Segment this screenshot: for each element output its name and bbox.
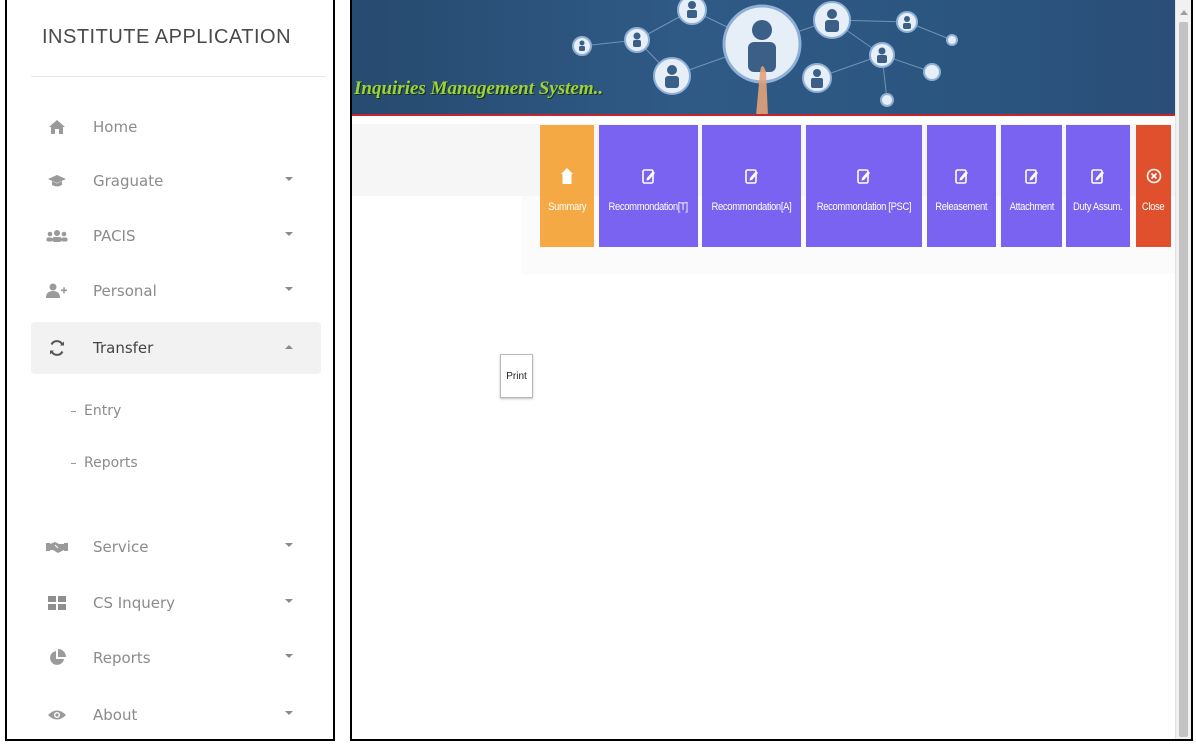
edit-icon bbox=[1091, 165, 1105, 187]
scrollbar-thumb[interactable] bbox=[1179, 22, 1188, 737]
recommondation-t-label: Recommondation[T] bbox=[608, 201, 689, 213]
duty-assum-label: Duty Assum. bbox=[1073, 201, 1123, 213]
releasement-label: Releasement bbox=[935, 201, 988, 213]
sidebar-item-label: CS Inquery bbox=[93, 594, 175, 612]
sidebar-item-transfer[interactable]: Transfer bbox=[31, 322, 321, 374]
app-title: INSTITUTE APPLICATION bbox=[42, 26, 292, 48]
edit-icon bbox=[954, 165, 969, 187]
sidebar-item-label: About bbox=[93, 706, 138, 724]
close-circle-icon bbox=[1146, 165, 1162, 187]
chevron-down-icon bbox=[285, 287, 293, 291]
vertical-scrollbar[interactable] bbox=[1175, 0, 1191, 739]
sidebar-item-label: Transfer bbox=[93, 339, 154, 357]
recommondation-a-button[interactable]: Recommondation[A] bbox=[702, 125, 801, 247]
sidebar-item-pacis[interactable]: PACIS bbox=[31, 210, 321, 262]
chevron-down-icon bbox=[285, 654, 293, 658]
refresh-icon bbox=[45, 336, 69, 360]
sidebar-item-home[interactable]: Home bbox=[31, 101, 321, 153]
sidebar-item-label: Service bbox=[93, 538, 149, 556]
edit-icon bbox=[857, 165, 871, 187]
attachment-button[interactable]: Attachment bbox=[1001, 125, 1062, 247]
scroll-up-arrow-icon[interactable] bbox=[1180, 10, 1188, 15]
sidebar-item-label: Home bbox=[93, 118, 138, 136]
sidebar-item-label: Graguate bbox=[93, 172, 164, 190]
chevron-down-icon bbox=[285, 599, 293, 603]
sidebar-item-personal[interactable]: Personal bbox=[31, 265, 321, 317]
recommondation-t-button[interactable]: Recommondation[T] bbox=[599, 125, 698, 247]
main-panel: Inquiries Management System.. Summary Re… bbox=[350, 0, 1193, 741]
bullet-dash bbox=[71, 462, 76, 464]
eye-icon bbox=[45, 703, 69, 727]
edit-icon bbox=[744, 165, 759, 187]
print-button[interactable]: Print bbox=[500, 354, 533, 398]
chevron-up-icon bbox=[285, 345, 293, 349]
summary-button[interactable]: Summary bbox=[540, 125, 594, 247]
close-button[interactable]: Close bbox=[1136, 125, 1171, 247]
summary-button-label: Summary bbox=[547, 201, 587, 213]
close-label: Close bbox=[1142, 201, 1165, 213]
chevron-down-icon bbox=[285, 711, 293, 715]
users-group-icon bbox=[45, 224, 69, 248]
sidebar: INSTITUTE APPLICATION Home Graguate PACI… bbox=[5, 0, 335, 741]
home-icon bbox=[45, 115, 69, 139]
grid-icon bbox=[45, 591, 69, 615]
sidebar-item-label: Personal bbox=[93, 282, 157, 300]
graduation-cap-icon bbox=[45, 169, 69, 193]
chevron-down-icon bbox=[285, 177, 293, 181]
sidebar-item-service[interactable]: Service bbox=[31, 521, 321, 573]
banner-title: Inquiries Management System.. bbox=[354, 78, 604, 99]
sidebar-item-label: PACIS bbox=[93, 227, 136, 245]
chevron-down-icon bbox=[285, 543, 293, 547]
home-icon bbox=[561, 165, 573, 187]
sidebar-item-reports[interactable]: Reports bbox=[31, 632, 321, 684]
sidebar-item-about[interactable]: About bbox=[31, 689, 321, 739]
edit-icon bbox=[1024, 165, 1039, 187]
attachment-label: Attachment bbox=[1009, 201, 1054, 213]
recommondation-a-label: Recommondation[A] bbox=[711, 201, 792, 213]
sidebar-item-label: Reports bbox=[93, 649, 151, 667]
sidebar-item-graguate[interactable]: Graguate bbox=[31, 155, 321, 207]
handshake-icon bbox=[45, 535, 69, 559]
sidebar-item-cs-inquery[interactable]: CS Inquery bbox=[31, 577, 321, 629]
submenu-item-label: Entry bbox=[84, 403, 122, 419]
duty-assum-button[interactable]: Duty Assum. bbox=[1066, 125, 1130, 247]
edit-icon bbox=[641, 165, 656, 187]
user-plus-icon bbox=[45, 279, 69, 303]
title-divider bbox=[31, 76, 326, 77]
submenu-item-entry[interactable]: Entry bbox=[71, 399, 121, 423]
submenu-item-label: Reports bbox=[84, 455, 138, 471]
bullet-dash bbox=[71, 410, 76, 412]
submenu-item-reports[interactable]: Reports bbox=[71, 451, 138, 475]
recommondation-psc-label: Recommondation [PSC] bbox=[816, 201, 912, 213]
pie-chart-icon bbox=[45, 646, 69, 670]
recommondation-psc-button[interactable]: Recommondation [PSC] bbox=[806, 125, 922, 247]
chevron-down-icon bbox=[285, 232, 293, 236]
header-banner: Inquiries Management System.. bbox=[352, 0, 1177, 116]
releasement-button[interactable]: Releasement bbox=[927, 125, 996, 247]
